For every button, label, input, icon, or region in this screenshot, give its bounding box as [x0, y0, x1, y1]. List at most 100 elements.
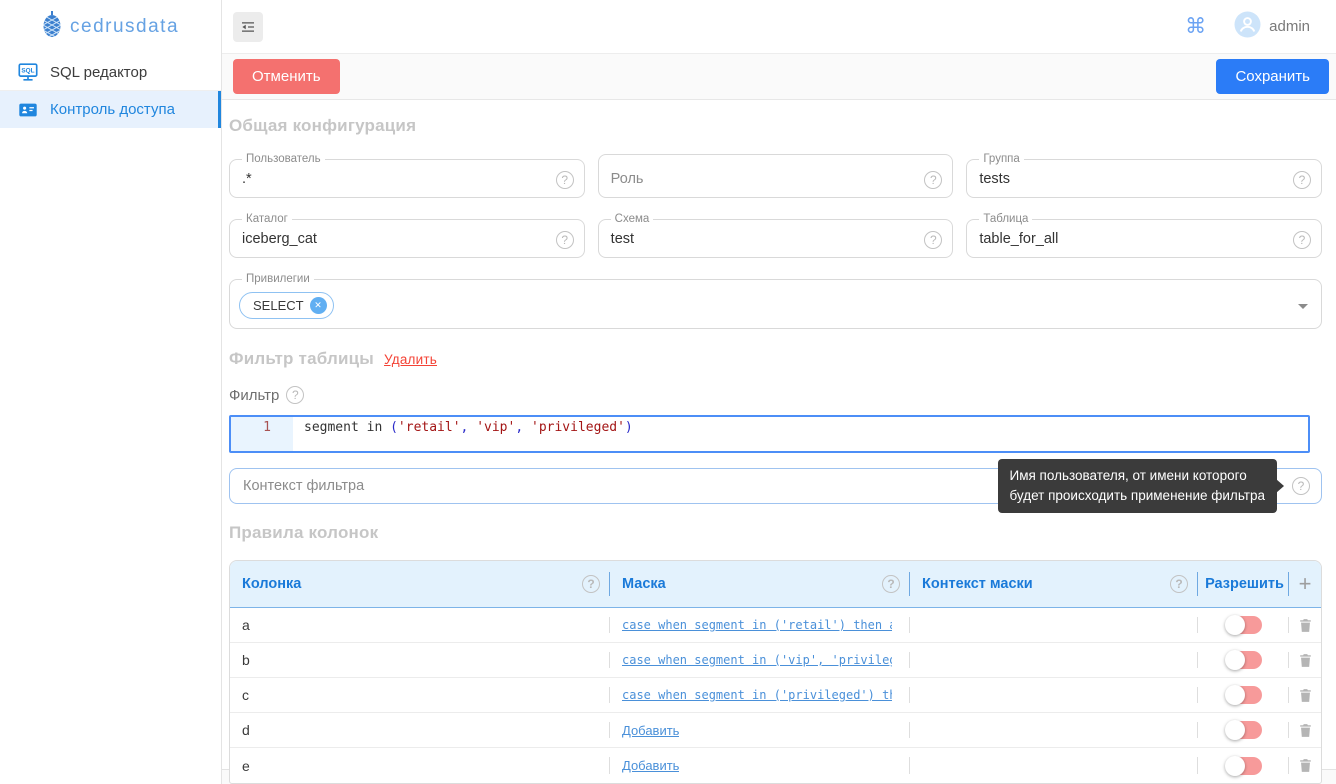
content-panel: Общая конфигурация Пользователь .* ? Рол…: [222, 100, 1336, 770]
section-table-filter-title: Фильтр таблицы: [229, 349, 374, 369]
privilege-chip-select[interactable]: SELECT ✕: [239, 292, 334, 319]
mask-link[interactable]: case when segment in ('retail') then a e…: [622, 618, 892, 632]
group-field-value: tests: [979, 171, 1010, 187]
trash-icon: [1297, 652, 1314, 669]
mask-link[interactable]: case when segment in ('vip', 'privileged…: [622, 653, 892, 667]
avatar: [1234, 11, 1261, 43]
delete-rule-button[interactable]: [1297, 757, 1314, 774]
sidebar-item-sql-editor[interactable]: SQL SQL редактор: [0, 54, 221, 91]
command-shortcut-icon[interactable]: ⌘: [1185, 16, 1206, 37]
menu-fold-icon: [239, 18, 257, 36]
role-field[interactable]: Роль ?: [598, 163, 954, 198]
topbar: ⌘ admin: [222, 0, 1336, 54]
help-icon[interactable]: ?: [1293, 231, 1311, 249]
rule-column-name: d: [242, 722, 250, 738]
catalog-field-value: iceberg_cat: [242, 231, 317, 247]
group-field[interactable]: Группа tests ?: [966, 163, 1322, 198]
cancel-button[interactable]: Отменить: [233, 59, 340, 94]
privileges-select[interactable]: Привилегии SELECT ✕: [229, 283, 1322, 329]
help-icon[interactable]: ?: [582, 575, 600, 593]
delete-rule-button[interactable]: [1297, 617, 1314, 634]
main-column: ⌘ admin Отменить Сохранить Обща: [222, 0, 1336, 784]
role-field-placeholder: Роль: [611, 171, 644, 187]
help-icon[interactable]: ?: [882, 575, 900, 593]
help-icon[interactable]: ?: [286, 386, 304, 404]
section-general-title: Общая конфигурация: [229, 100, 1322, 136]
catalog-field[interactable]: Каталог iceberg_cat ?: [229, 223, 585, 258]
allow-toggle[interactable]: [1227, 616, 1262, 634]
add-rule-button[interactable]: +: [1299, 573, 1312, 595]
trash-icon: [1297, 722, 1314, 739]
sidebar-item-access-control[interactable]: Контроль доступа: [0, 91, 221, 128]
app-root: cedrusdata SQL SQL редактор: [0, 0, 1336, 784]
allow-toggle[interactable]: [1227, 651, 1262, 669]
line-number: 1: [263, 420, 271, 435]
schema-field[interactable]: Схема test ?: [598, 223, 954, 258]
table-row: e Добавить: [230, 748, 1321, 783]
chip-remove-icon[interactable]: ✕: [310, 297, 327, 314]
header-allow: Разрешить: [1205, 576, 1284, 592]
delete-rule-button[interactable]: [1297, 652, 1314, 669]
help-icon[interactable]: ?: [1293, 171, 1311, 189]
table-header-row: Колонка ? Маска ? Контекст маски ? Разре…: [230, 561, 1321, 608]
rule-column-name: b: [242, 652, 250, 668]
sidebar-item-label: SQL редактор: [50, 64, 147, 81]
mask-link[interactable]: case when segment in ('privileged') then…: [622, 688, 892, 702]
svg-text:SQL: SQL: [21, 67, 34, 74]
help-icon[interactable]: ?: [924, 171, 942, 189]
delete-rule-button[interactable]: [1297, 687, 1314, 704]
allow-toggle[interactable]: [1227, 721, 1262, 739]
trash-icon: [1297, 687, 1314, 704]
filter-code-editor[interactable]: 1 segment in ('retail', 'vip', 'privileg…: [229, 415, 1310, 453]
help-icon[interactable]: ?: [556, 231, 574, 249]
header-mask-context: Контекст маски: [922, 576, 1033, 592]
chevron-down-icon[interactable]: [1298, 304, 1308, 309]
mask-link[interactable]: Добавить: [622, 723, 679, 738]
header-mask: Маска: [622, 576, 666, 592]
help-icon[interactable]: ?: [1170, 575, 1188, 593]
help-icon[interactable]: ?: [924, 231, 942, 249]
delete-filter-link[interactable]: Удалить: [384, 352, 437, 367]
table-row: a case when segment in ('retail') then a…: [230, 608, 1321, 643]
action-toolbar: Отменить Сохранить: [222, 54, 1336, 100]
allow-toggle[interactable]: [1227, 757, 1262, 775]
sidebar-item-label: Контроль доступа: [50, 101, 175, 118]
trash-icon: [1297, 757, 1314, 774]
filter-label: Фильтр: [229, 387, 279, 404]
access-control-icon: [16, 98, 40, 122]
schema-field-value: test: [611, 231, 634, 247]
rule-column-name: e: [242, 758, 250, 774]
trash-icon: [1297, 617, 1314, 634]
sql-editor-icon: SQL: [16, 60, 40, 84]
mask-link[interactable]: Добавить: [622, 758, 679, 773]
collapse-sidebar-button[interactable]: [233, 12, 263, 42]
pinecone-logo-icon: [40, 10, 64, 44]
user-field-value: .*: [242, 171, 252, 187]
filter-code-line[interactable]: segment in ('retail', 'vip', 'privileged…: [293, 417, 633, 451]
table-row: c case when segment in ('privileged') th…: [230, 678, 1321, 713]
help-tooltip: Имя пользователя, от имени которого буде…: [998, 459, 1278, 513]
delete-rule-button[interactable]: [1297, 722, 1314, 739]
table-body: a case when segment in ('retail') then a…: [230, 608, 1321, 783]
save-button[interactable]: Сохранить: [1216, 59, 1329, 94]
filter-context-placeholder: Контекст фильтра: [243, 478, 364, 494]
user-menu[interactable]: admin: [1234, 11, 1310, 43]
rule-column-name: c: [242, 687, 249, 703]
help-icon[interactable]: ?: [556, 171, 574, 189]
username: admin: [1269, 18, 1310, 35]
table-field[interactable]: Таблица table_for_all ?: [966, 223, 1322, 258]
help-icon[interactable]: ?: [1292, 477, 1310, 495]
editor-gutter: 1: [231, 417, 293, 451]
allow-toggle[interactable]: [1227, 686, 1262, 704]
user-field[interactable]: Пользователь .* ?: [229, 163, 585, 198]
table-row: b case when segment in ('vip', 'privileg…: [230, 643, 1321, 678]
table-field-value: table_for_all: [979, 231, 1058, 247]
column-rules-table: Колонка ? Маска ? Контекст маски ? Разре…: [229, 560, 1322, 784]
filter-context-input[interactable]: Контекст фильтра ? Имя пользователя, от …: [229, 468, 1322, 504]
section-column-rules-title: Правила колонок: [229, 523, 1322, 543]
table-row: d Добавить: [230, 713, 1321, 748]
brand-name: cedrusdata: [70, 16, 179, 38]
rule-column-name: a: [242, 617, 250, 633]
brand-logo: cedrusdata: [0, 0, 221, 54]
header-column: Колонка: [242, 576, 301, 592]
